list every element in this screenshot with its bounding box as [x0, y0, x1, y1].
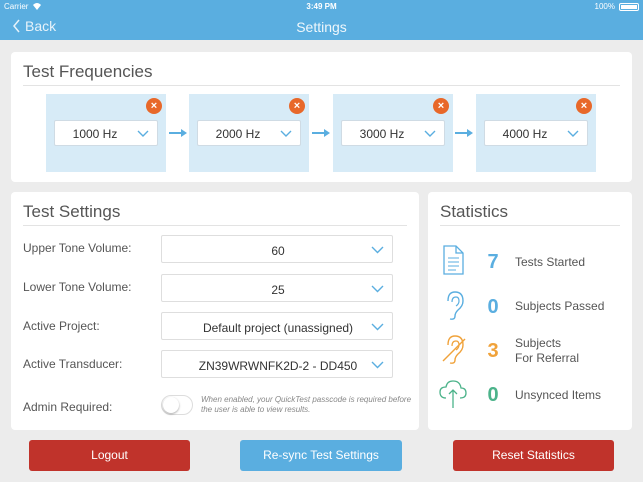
divider [23, 85, 620, 86]
frequency-value: 1000 Hz [72, 127, 118, 141]
cloud-upload-icon [439, 380, 467, 408]
active-transducer-label: Active Transducer: [23, 357, 123, 371]
active-project-label: Active Project: [23, 319, 100, 333]
chevron-down-icon [280, 130, 292, 137]
ear-referral-icon [442, 335, 466, 364]
active-project-select[interactable]: Default project (unassigned) [161, 312, 393, 340]
frequency-select[interactable]: 4000 Hz [484, 120, 588, 146]
subjects-passed-count: 0 [487, 296, 499, 318]
remove-frequency-button[interactable]: × [433, 98, 449, 114]
arrow-right-icon [312, 129, 330, 137]
remove-frequency-button[interactable]: × [146, 98, 162, 114]
admin-required-toggle[interactable] [161, 395, 193, 415]
divider [440, 225, 620, 226]
statistics-card: Statistics 7 Tests Started 0 Subjects Pa… [428, 192, 632, 430]
frequency-tile: × 4000 Hz [476, 94, 596, 172]
toggle-knob [163, 397, 179, 413]
frequency-select[interactable]: 3000 Hz [341, 120, 445, 146]
chevron-down-icon [424, 130, 436, 137]
active-transducer-select[interactable]: ZN39WRWNFK2D-2 - DD450 [161, 350, 393, 378]
unsynced-items-count: 0 [487, 384, 499, 406]
lower-tone-label: Lower Tone Volume: [23, 280, 132, 294]
subjects-referral-line2: For Referral [515, 351, 580, 365]
upper-tone-select[interactable]: 60 [161, 235, 393, 263]
lower-tone-select[interactable]: 25 [161, 274, 393, 302]
remove-frequency-button[interactable]: × [289, 98, 305, 114]
nav-bar: Back Settings [0, 14, 643, 40]
chevron-down-icon [567, 130, 579, 137]
remove-frequency-button[interactable]: × [576, 98, 592, 114]
statistics-title: Statistics [440, 202, 509, 221]
tests-started-count: 7 [487, 251, 499, 273]
arrow-right-icon [169, 129, 187, 137]
frequency-tile: × 3000 Hz [333, 94, 453, 172]
frequency-value: 2000 Hz [215, 127, 261, 141]
frequency-tile: × 2000 Hz [189, 94, 309, 172]
reset-statistics-button[interactable]: Reset Statistics [453, 440, 614, 471]
logout-button[interactable]: Logout [29, 440, 190, 471]
chevron-down-icon [371, 323, 384, 331]
subjects-referral-line1: Subjects [515, 336, 562, 350]
upper-tone-label: Upper Tone Volume: [23, 241, 132, 255]
chevron-down-icon [371, 285, 384, 293]
active-project-value: Default project (unassigned) [202, 321, 354, 335]
frequency-select[interactable]: 2000 Hz [197, 120, 301, 146]
upper-tone-value: 60 [271, 244, 285, 258]
battery-icon [619, 3, 639, 11]
test-frequencies-title: Test Frequencies [23, 62, 153, 81]
frequency-value: 3000 Hz [359, 127, 405, 141]
resync-test-settings-button[interactable]: Re-sync Test Settings [240, 440, 402, 471]
test-frequencies-card: Test Frequencies × 1000 Hz × 2000 Hz × 3… [11, 52, 632, 182]
page-title: Settings [296, 19, 347, 35]
chevron-down-icon [371, 361, 384, 369]
active-transducer-value: ZN39WRWNFK2D-2 - DD450 [198, 359, 358, 373]
subjects-passed-label: Subjects Passed [515, 299, 605, 313]
test-settings-title: Test Settings [23, 202, 121, 221]
chevron-down-icon [137, 130, 149, 137]
frequency-tile: × 1000 Hz [46, 94, 166, 172]
test-settings-card: Test Settings Upper Tone Volume: 60 Lowe… [11, 192, 419, 430]
unsynced-items-label: Unsynced Items [515, 388, 602, 402]
lower-tone-value: 25 [271, 283, 285, 297]
admin-required-label: Admin Required: [23, 400, 113, 414]
clock: 3:49 PM [306, 2, 337, 11]
frequency-select[interactable]: 1000 Hz [54, 120, 158, 146]
status-bar: Carrier 3:49 PM 100% [0, 0, 643, 14]
subjects-referral-count: 3 [487, 340, 499, 362]
subjects-referral-label: Subjects For Referral [515, 336, 579, 366]
ear-icon [447, 291, 464, 320]
frequency-value: 4000 Hz [502, 127, 548, 141]
arrow-right-icon [455, 129, 473, 137]
battery-percent: 100% [594, 2, 615, 11]
divider [23, 225, 407, 226]
document-icon [443, 245, 464, 275]
chevron-down-icon [371, 246, 384, 254]
admin-required-note: When enabled, your QuickTest passcode is… [201, 395, 412, 414]
tests-started-label: Tests Started [515, 255, 586, 269]
